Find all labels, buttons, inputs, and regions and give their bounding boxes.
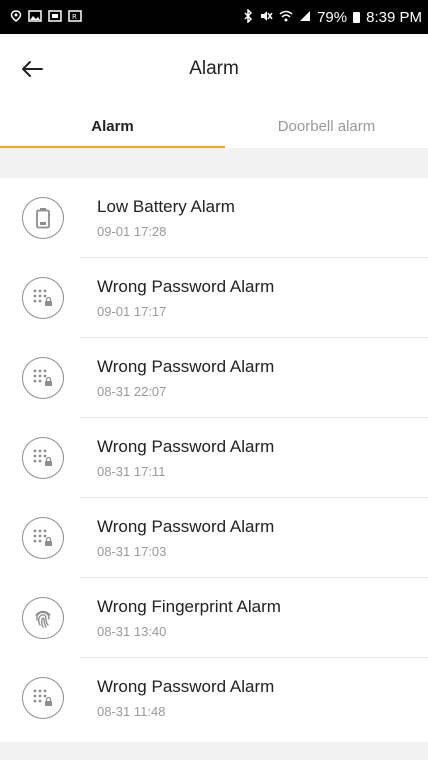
alarm-timestamp: 08-31 17:11 bbox=[97, 464, 166, 479]
alarm-timestamp: 08-31 13:40 bbox=[97, 624, 167, 639]
clock: 8:39 PM bbox=[366, 8, 422, 26]
page-title: Alarm bbox=[189, 58, 239, 79]
arrow-left-icon bbox=[22, 61, 43, 77]
signal-icon bbox=[299, 10, 311, 24]
alarm-timestamp: 08-31 22:07 bbox=[97, 384, 167, 399]
tab-bar: Alarm Doorbell alarm bbox=[0, 104, 428, 148]
image-icon bbox=[28, 10, 42, 24]
alarm-list-item[interactable]: Low Battery Alarm 09-01 17:28 bbox=[0, 178, 428, 258]
alarm-title: Wrong Password Alarm bbox=[97, 357, 275, 376]
alarm-list-item[interactable]: Wrong Fingerprint Alarm 08-31 13:40 bbox=[0, 578, 428, 658]
battery-percent: 79% bbox=[317, 8, 348, 26]
mute-icon bbox=[259, 9, 273, 25]
section-divider bbox=[0, 148, 428, 178]
fingerprint-icon bbox=[22, 597, 64, 639]
bluetooth-icon bbox=[243, 8, 253, 25]
location-icon bbox=[10, 10, 22, 24]
alarm-title: Wrong Password Alarm bbox=[97, 517, 275, 536]
alarm-list-item[interactable]: Wrong Password Alarm 08-31 11:48 bbox=[0, 658, 428, 738]
alarm-timestamp: 09-01 17:17 bbox=[97, 304, 167, 319]
alarm-list-item[interactable]: Wrong Password Alarm 08-31 17:11 bbox=[0, 418, 428, 498]
status-bar: R 79% 8:39 PM bbox=[0, 0, 428, 34]
app-header: Alarm bbox=[0, 34, 428, 104]
alarm-title: Wrong Password Alarm bbox=[97, 277, 275, 296]
keypad-lock-icon bbox=[22, 677, 64, 719]
list-footer-band bbox=[0, 742, 428, 760]
alarm-list-item[interactable]: Wrong Password Alarm 09-01 17:17 bbox=[0, 258, 428, 338]
keypad-lock-icon bbox=[22, 277, 64, 319]
alarm-list-item[interactable]: Wrong Password Alarm 08-31 22:07 bbox=[0, 338, 428, 418]
back-button[interactable] bbox=[16, 53, 48, 85]
screenshot-icon bbox=[48, 10, 62, 24]
alarm-title: Wrong Password Alarm bbox=[97, 677, 275, 696]
keypad-lock-icon bbox=[22, 517, 64, 559]
alarm-title: Wrong Fingerprint Alarm bbox=[97, 597, 281, 616]
tab-doorbell-alarm[interactable]: Doorbell alarm bbox=[225, 104, 428, 148]
keypad-lock-icon bbox=[22, 437, 64, 479]
keypad-lock-icon bbox=[22, 357, 64, 399]
tab-alarm[interactable]: Alarm bbox=[0, 104, 225, 148]
alarm-timestamp: 08-31 11:48 bbox=[97, 704, 166, 719]
alarm-list-item[interactable]: Wrong Password Alarm 08-31 17:03 bbox=[0, 498, 428, 578]
alarm-timestamp: 08-31 17:03 bbox=[97, 544, 167, 559]
wifi-icon bbox=[279, 10, 293, 24]
alarm-title: Low Battery Alarm bbox=[97, 197, 235, 216]
alarm-list: Low Battery Alarm 09-01 17:28 Wrong Pass… bbox=[0, 178, 428, 738]
battery-icon bbox=[22, 197, 64, 239]
battery-status-icon bbox=[353, 11, 361, 23]
alarm-title: Wrong Password Alarm bbox=[97, 437, 275, 456]
notification-icon: R bbox=[68, 10, 82, 24]
svg-text:R: R bbox=[72, 13, 77, 21]
alarm-timestamp: 09-01 17:28 bbox=[97, 224, 167, 239]
